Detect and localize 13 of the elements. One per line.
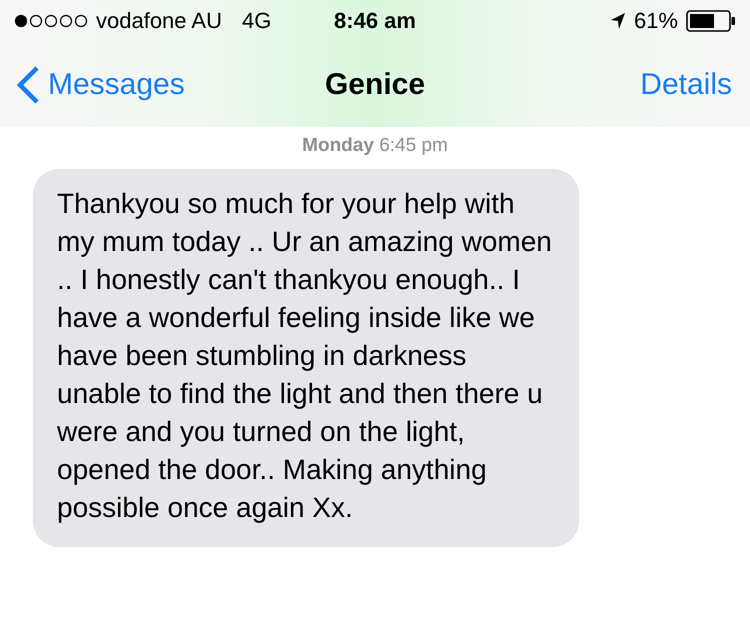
network-type: 4G <box>242 8 272 34</box>
message-bubble: Thankyou so much for your help with my mum today .. Ur an amazing women .. I honestly can't thankyou enough.. I have a wonderful feeling inside like we have been stumbling in darkness unable to find the light and then there u were and you turned on the light, opened the door.. Making anything possible once again Xx. <box>33 169 579 547</box>
back-button[interactable]: Messages <box>16 66 185 104</box>
location-icon <box>610 12 626 30</box>
battery-percent: 61% <box>634 8 678 34</box>
status-time: 8:46 am <box>334 8 416 34</box>
chevron-left-icon <box>16 66 40 104</box>
message-timestamp: Monday 6:45 pm <box>302 135 448 156</box>
signal-icon <box>14 14 90 28</box>
carrier-name: vodafone AU <box>96 8 222 34</box>
conversation-title: Genice <box>324 68 426 100</box>
details-button[interactable]: Details <box>640 68 732 102</box>
battery-icon <box>686 10 736 32</box>
